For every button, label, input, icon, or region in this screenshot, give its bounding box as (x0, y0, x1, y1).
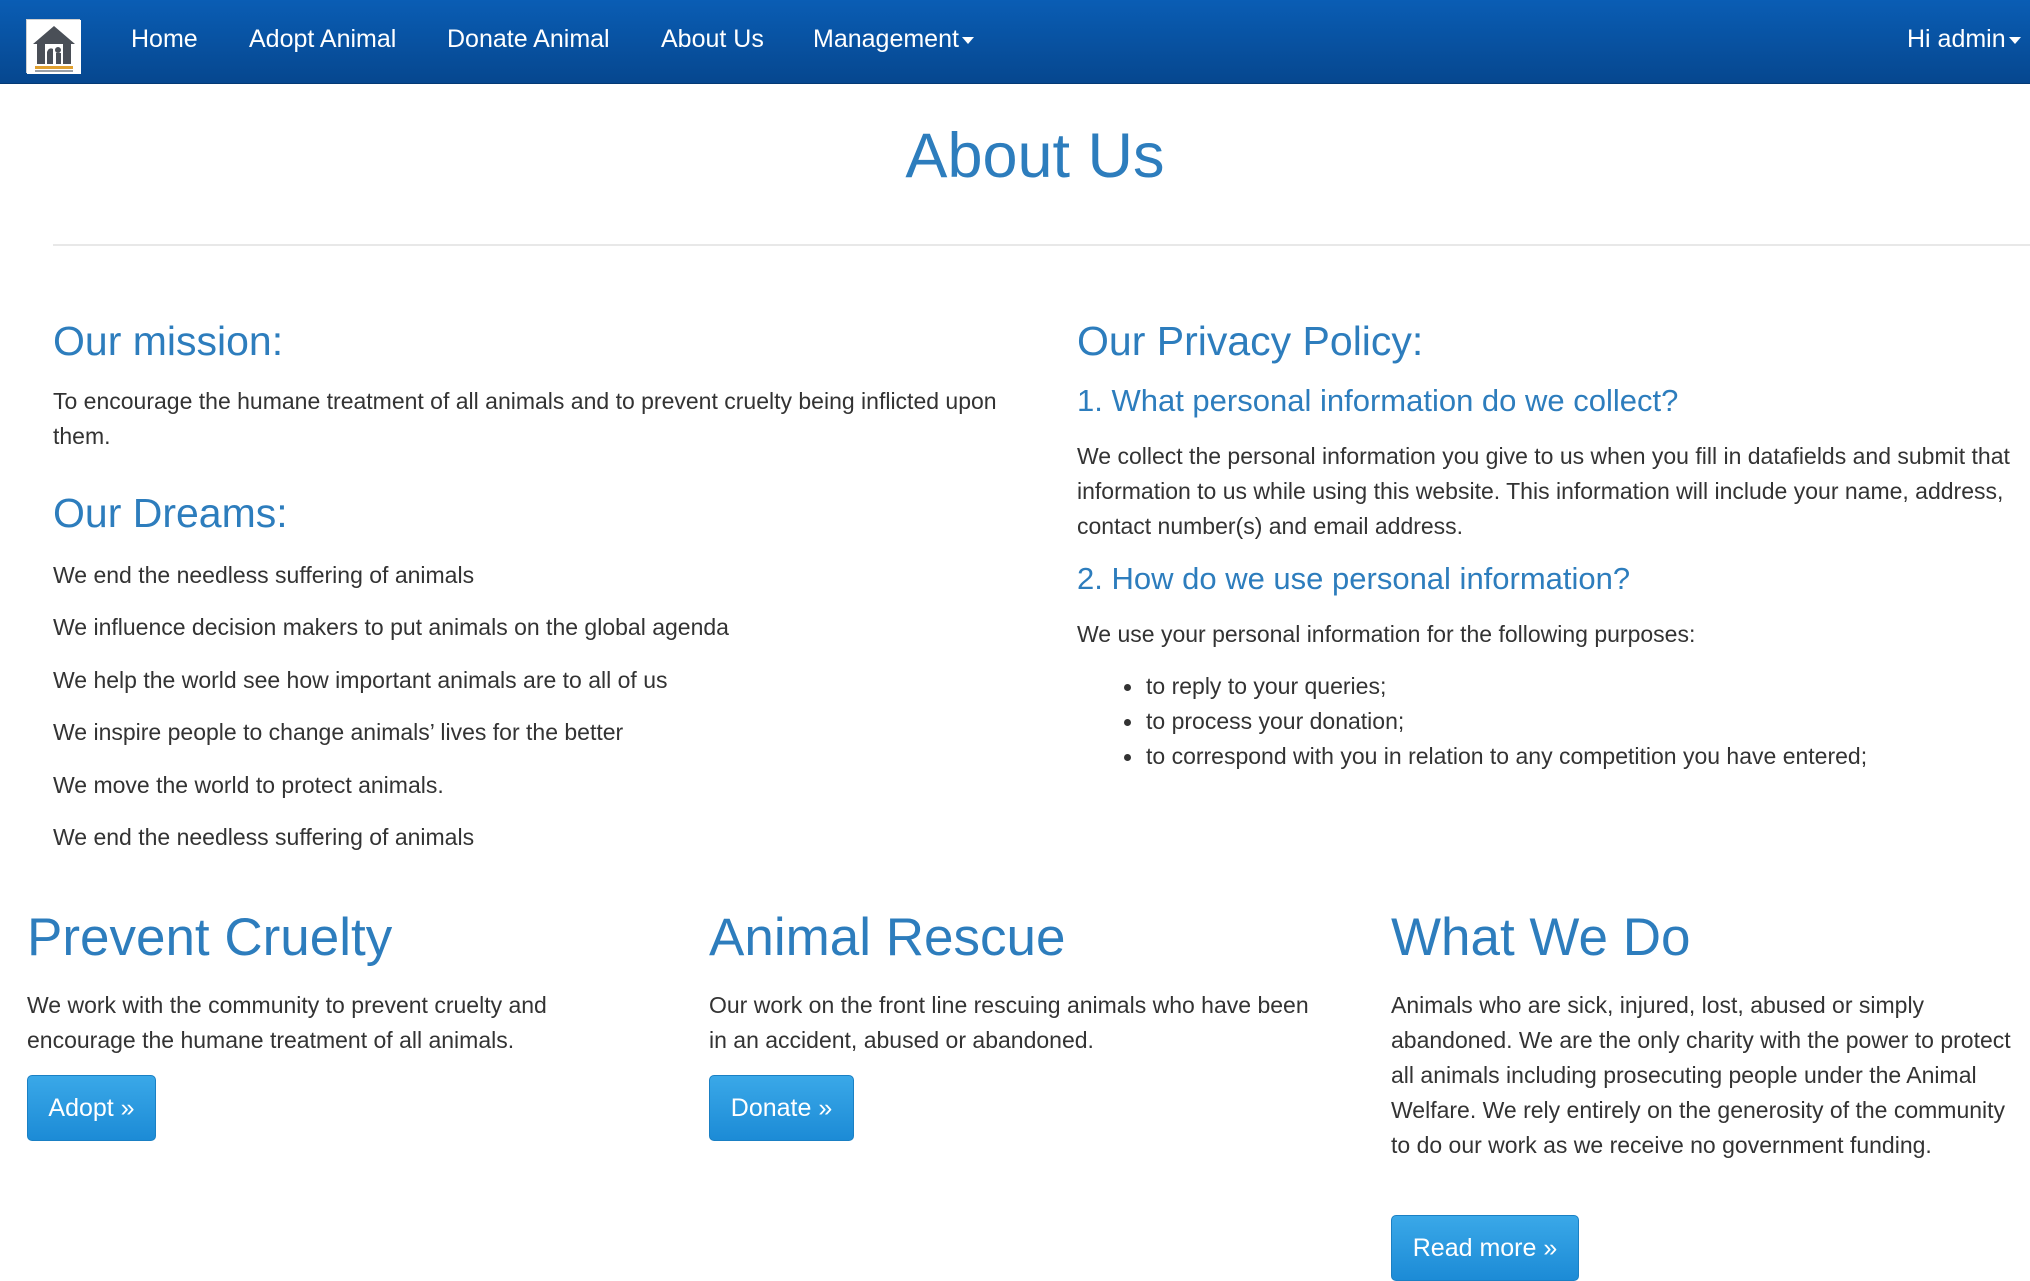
dream-item: We end the needless suffering of animals (53, 562, 475, 588)
privacy-purposes-list: to reply to your queries; to process you… (1120, 669, 1867, 774)
dreams-heading: Our Dreams: (53, 490, 288, 536)
nav-adopt-animal[interactable]: Adopt Animal (249, 24, 396, 54)
privacy-question-1: 1. What personal information do we colle… (1077, 383, 1679, 418)
adopt-button[interactable]: Adopt » (27, 1075, 156, 1141)
dream-item: We inspire people to change animals’ liv… (53, 719, 624, 745)
top-navbar: Home Adopt Animal Donate Animal About Us… (0, 0, 2030, 84)
mission-text: To encourage the humane treatment of all… (53, 388, 997, 449)
donate-button[interactable]: Donate » (709, 1075, 854, 1141)
nav-management-dropdown[interactable]: Management (813, 24, 974, 54)
page-title: About Us (905, 121, 1165, 191)
feature-text-what-we-do: Animals who are sick, injured, lost, abu… (1391, 992, 2011, 1158)
list-item: to correspond with you in relation to an… (1120, 739, 1867, 774)
read-more-button[interactable]: Read more » (1391, 1215, 1579, 1281)
nav-about-us[interactable]: About Us (661, 24, 764, 54)
mission-heading: Our mission: (53, 318, 284, 364)
nav-management-label: Management (813, 25, 959, 53)
user-greeting: Hi admin (1907, 25, 2006, 53)
header-divider (53, 244, 2030, 246)
feature-text-animal-rescue: Our work on the front line rescuing anim… (709, 992, 1309, 1053)
dream-item: We help the world see how important anim… (53, 667, 668, 693)
list-item: to reply to your queries; (1120, 669, 1867, 704)
user-menu-dropdown[interactable]: Hi admin (1907, 24, 2021, 54)
privacy-answer-2: We use your personal information for the… (1077, 621, 1696, 647)
logo[interactable] (26, 19, 81, 74)
privacy-answer-1: We collect the personal information you … (1077, 443, 2010, 539)
house-logo-icon (27, 20, 81, 74)
nav-donate-animal[interactable]: Donate Animal (447, 24, 610, 54)
feature-heading-what-we-do: What We Do (1391, 908, 1691, 967)
nav-home[interactable]: Home (131, 24, 198, 54)
privacy-question-2: 2. How do we use personal information? (1077, 561, 1631, 596)
list-item: to process your donation; (1120, 704, 1867, 739)
privacy-heading: Our Privacy Policy: (1077, 318, 1424, 364)
dream-item: We influence decision makers to put anim… (53, 614, 729, 640)
dream-item: We move the world to protect animals. (53, 772, 444, 798)
feature-heading-animal-rescue: Animal Rescue (709, 908, 1066, 967)
caret-down-icon (961, 36, 974, 44)
feature-text-prevent-cruelty: We work with the community to prevent cr… (27, 992, 547, 1053)
caret-down-icon (2008, 36, 2021, 44)
dream-item: We end the needless suffering of animals (53, 824, 475, 850)
feature-heading-prevent-cruelty: Prevent Cruelty (27, 908, 393, 967)
